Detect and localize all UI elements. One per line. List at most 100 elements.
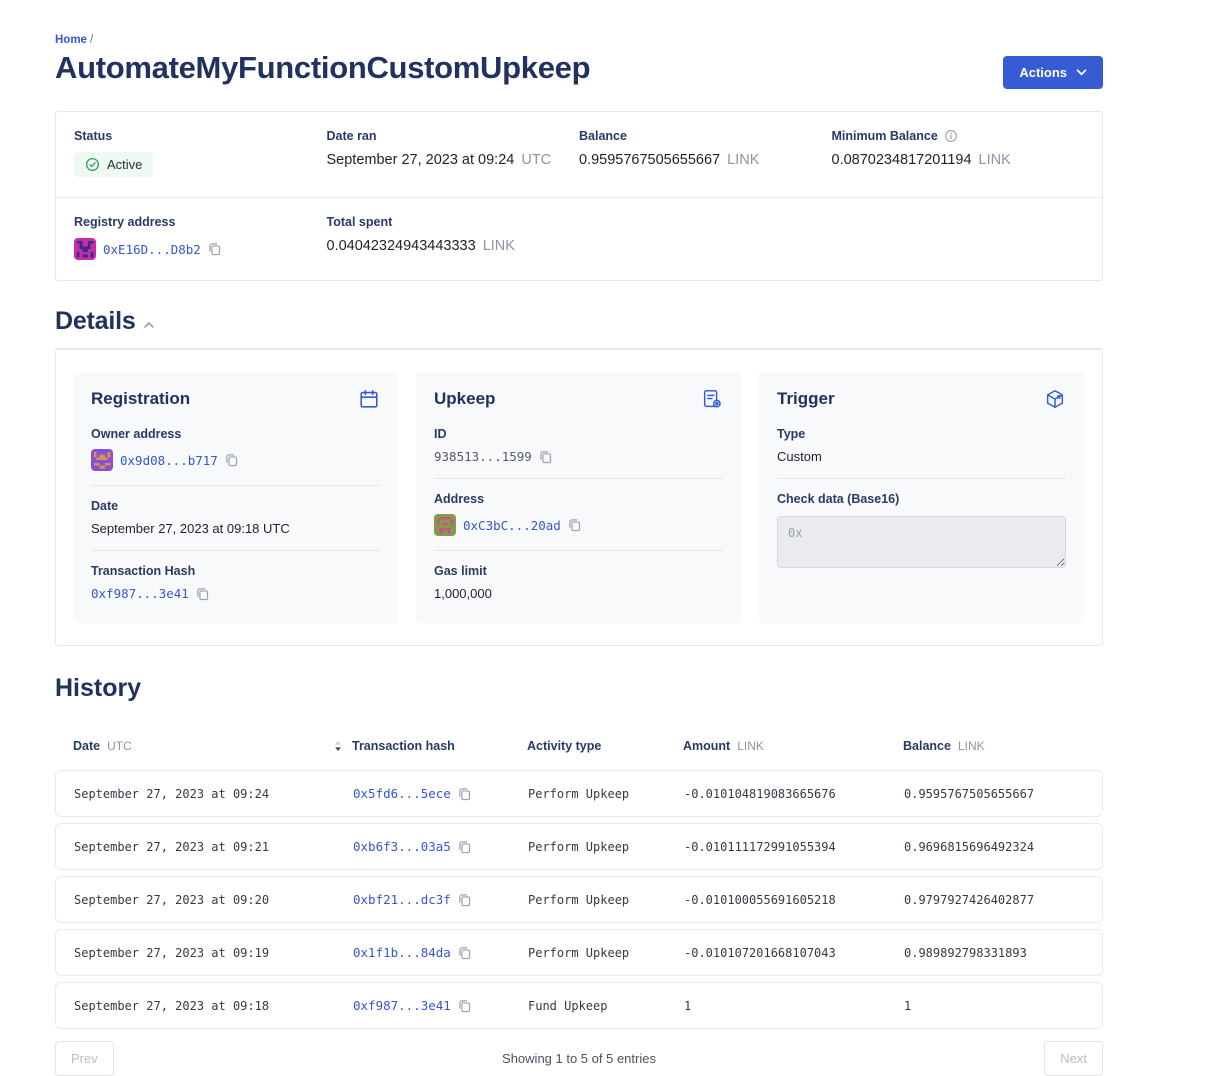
prev-button[interactable]: Prev: [55, 1041, 114, 1076]
table-row: September 27, 2023 at 09:20 0xbf21...dc3…: [55, 876, 1103, 923]
tx-hash-link[interactable]: 0x5fd6...5ece: [353, 786, 451, 801]
column-balance-unit: LINK: [958, 739, 985, 753]
summary-card: Status Active Date ran September 27, 202…: [55, 111, 1103, 281]
history-table-header: Date UTC Transaction hash Activity type …: [55, 739, 1103, 753]
column-date-unit: UTC: [107, 739, 132, 753]
registration-tx-link[interactable]: 0xf987...3e41: [91, 586, 189, 601]
actions-button[interactable]: Actions: [1003, 56, 1103, 89]
copy-icon[interactable]: [458, 840, 471, 854]
balance-value: 0.9595767505655667: [579, 152, 720, 168]
copy-icon[interactable]: [208, 242, 221, 256]
cell-date: September 27, 2023 at 09:24: [74, 787, 353, 801]
sort-icon[interactable]: [334, 740, 342, 752]
column-tx-label: Transaction hash: [352, 739, 455, 753]
check-data-input[interactable]: [777, 516, 1066, 568]
cell-amount: 1: [684, 999, 904, 1013]
status-field: Status Active: [74, 129, 327, 177]
breadcrumb-home-link[interactable]: Home: [55, 34, 87, 46]
tx-hash-link[interactable]: 0xbf21...dc3f: [353, 892, 451, 907]
min-balance-unit: LINK: [979, 152, 1011, 168]
column-balance: BalanceLINK: [903, 739, 1085, 753]
cell-activity: Fund Upkeep: [528, 999, 684, 1013]
min-balance-field: Minimum Balance 0.0870234817201194LINK: [832, 129, 1085, 177]
cell-tx: 0xb6f3...03a5: [353, 839, 528, 854]
table-row: September 27, 2023 at 09:24 0x5fd6...5ec…: [55, 770, 1103, 817]
upkeep-address-link[interactable]: 0xC3bC...20ad: [463, 518, 561, 533]
registry-field: Registry address 0xE16D...D8b2: [74, 215, 327, 260]
registry-identicon: [74, 238, 96, 260]
cell-activity: Perform Upkeep: [528, 787, 684, 801]
column-tx: Transaction hash: [352, 739, 527, 753]
status-value: Active: [107, 157, 142, 172]
cell-tx: 0xbf21...dc3f: [353, 892, 528, 907]
date-ran-label: Date ran: [327, 129, 580, 143]
cell-date: September 27, 2023 at 09:18: [74, 999, 353, 1013]
cell-date: September 27, 2023 at 09:21: [74, 840, 353, 854]
status-label: Status: [74, 129, 327, 143]
calendar-icon: [358, 388, 380, 410]
upkeep-id-label: ID: [434, 427, 723, 441]
column-activity-label: Activity type: [527, 739, 601, 753]
cell-activity: Perform Upkeep: [528, 946, 684, 960]
registration-title: Registration: [91, 389, 190, 409]
registration-date-label: Date: [91, 499, 380, 513]
cell-balance: 1: [904, 999, 1084, 1013]
collapse-caret-icon[interactable]: [144, 322, 154, 328]
upkeep-id-value: 938513...1599: [434, 449, 532, 464]
gas-limit-field: Gas limit 1,000,000: [434, 550, 723, 605]
owner-address-link[interactable]: 0x9d08...b717: [120, 453, 218, 468]
upkeep-card: Upkeep ID 938513...1599 Address: [416, 372, 741, 623]
copy-icon[interactable]: [196, 587, 209, 601]
registration-date-field: Date September 27, 2023 at 09:18 UTC: [91, 485, 380, 550]
cell-tx: 0x5fd6...5ece: [353, 786, 528, 801]
copy-icon[interactable]: [458, 893, 471, 907]
owner-address-label: Owner address: [91, 427, 380, 441]
next-button[interactable]: Next: [1044, 1041, 1103, 1076]
copy-icon[interactable]: [539, 450, 552, 464]
column-date[interactable]: Date UTC: [73, 739, 352, 753]
cube-icon: [1044, 388, 1066, 410]
chevron-down-icon: [1076, 69, 1087, 76]
total-spent-unit: LINK: [483, 238, 515, 254]
cell-amount: -0.010111172991055394: [684, 840, 904, 854]
upkeep-id-field: ID 938513...1599: [434, 414, 723, 478]
copy-icon[interactable]: [458, 999, 471, 1013]
cell-tx: 0x1f1b...84da: [353, 945, 528, 960]
tx-hash-link[interactable]: 0xb6f3...03a5: [353, 839, 451, 854]
gas-limit-value: 1,000,000: [434, 586, 492, 601]
upkeep-address-identicon: [434, 514, 456, 536]
cell-date: September 27, 2023 at 09:19: [74, 946, 353, 960]
cell-tx: 0xf987...3e41: [353, 998, 528, 1013]
owner-address-field: Owner address 0x9d08...b717: [91, 414, 380, 485]
breadcrumb: Home/: [55, 0, 1103, 46]
status-badge: Active: [74, 152, 153, 177]
trigger-type-field: Type Custom: [777, 414, 1066, 478]
check-circle-icon: [85, 157, 100, 172]
column-activity: Activity type: [527, 739, 683, 753]
column-date-label: Date: [73, 739, 100, 753]
tx-hash-link[interactable]: 0x1f1b...84da: [353, 945, 451, 960]
details-heading: Details: [55, 307, 136, 336]
history-table-body: September 27, 2023 at 09:24 0x5fd6...5ec…: [55, 770, 1103, 1029]
balance-label: Balance: [579, 129, 832, 143]
copy-icon[interactable]: [458, 787, 471, 801]
total-spent-field: Total spent 0.04042324943443333LINK: [327, 215, 580, 260]
registry-address-link[interactable]: 0xE16D...D8b2: [103, 242, 201, 257]
registration-tx-label: Transaction Hash: [91, 564, 380, 578]
copy-icon[interactable]: [568, 518, 581, 532]
copy-icon[interactable]: [225, 453, 238, 467]
cell-activity: Perform Upkeep: [528, 840, 684, 854]
trigger-card: Trigger Type Custom Check data (Base16): [759, 372, 1084, 623]
trigger-type-label: Type: [777, 427, 1066, 441]
cell-amount: -0.010107201668107043: [684, 946, 904, 960]
tx-hash-link[interactable]: 0xf987...3e41: [353, 998, 451, 1013]
cell-amount: -0.010100055691605218: [684, 893, 904, 907]
min-balance-label: Minimum Balance: [832, 129, 938, 143]
date-ran-field: Date ran September 27, 2023 at 09:24UTC: [327, 129, 580, 177]
cell-balance: 0.989892798331893: [904, 946, 1084, 960]
total-spent-label: Total spent: [327, 215, 580, 229]
info-icon[interactable]: [944, 129, 958, 143]
upkeep-title: Upkeep: [434, 389, 495, 409]
copy-icon[interactable]: [458, 946, 471, 960]
details-panel: Registration Owner address 0x9d08...b717: [55, 349, 1103, 646]
